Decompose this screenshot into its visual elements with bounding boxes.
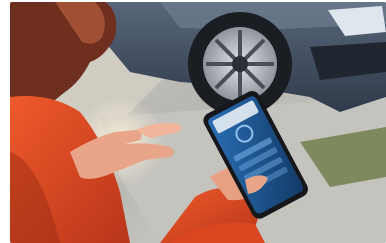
rim-hub: [232, 56, 248, 72]
photo: [10, 2, 386, 243]
photo-scene: [10, 2, 386, 243]
